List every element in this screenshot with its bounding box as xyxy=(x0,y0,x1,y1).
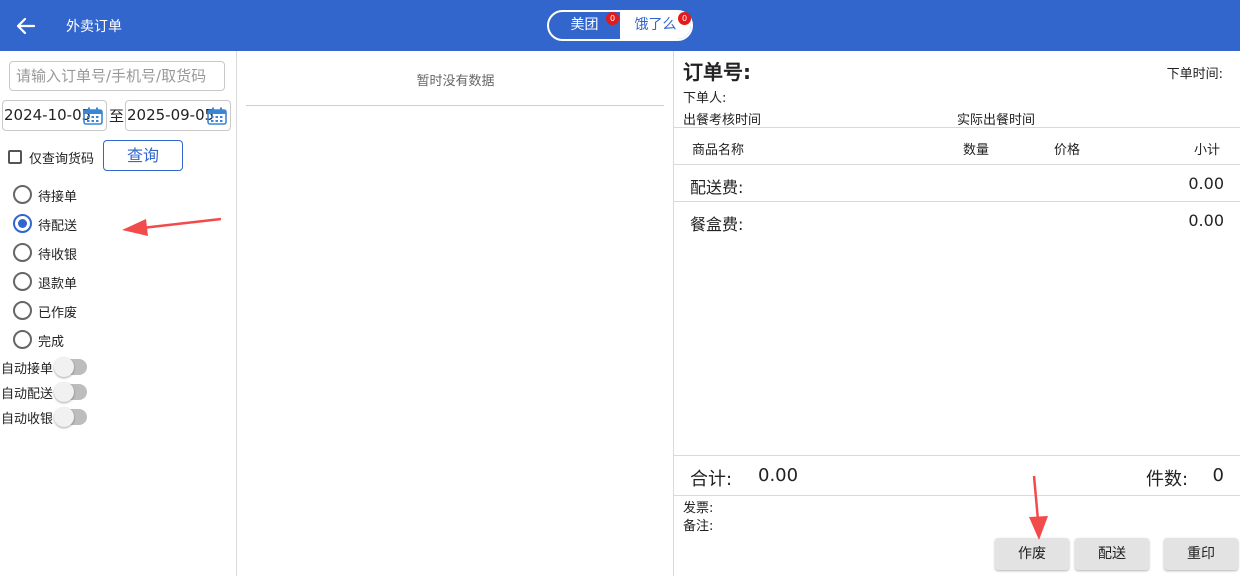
radio-circle[interactable] xyxy=(13,185,32,204)
tab-eleme-label: 饿了么 xyxy=(634,17,677,33)
radio-circle[interactable] xyxy=(13,272,32,291)
search-input[interactable]: 请输入订单号/手机号/取货码 xyxy=(9,61,225,91)
order-time-label: 下单时间: xyxy=(1166,67,1223,82)
deliver-button[interactable]: 配送 xyxy=(1075,538,1149,570)
start-date-field[interactable]: 2024-10-05 xyxy=(2,100,107,131)
pickup-code-only-checkbox[interactable] xyxy=(8,150,22,164)
status-label: 退款单 xyxy=(38,277,78,292)
status-label: 完成 xyxy=(38,335,65,350)
divider xyxy=(674,201,1240,202)
divider xyxy=(674,164,1240,165)
filter-panel: 请输入订单号/手机号/取货码 2024-10-05 至 2025-09-05 仅… xyxy=(0,51,237,576)
auto-checkout-label: 自动收银 xyxy=(1,412,54,427)
radio-circle-selected[interactable] xyxy=(13,214,32,233)
order-list-panel: 暂时没有数据 xyxy=(237,51,674,576)
actual-time-label: 实际出餐时间 xyxy=(957,113,1036,128)
check-time-label: 出餐考核时间 xyxy=(683,113,762,128)
divider xyxy=(674,127,1240,128)
empty-state-text: 暂时没有数据 xyxy=(416,74,495,89)
eleme-count-badge: 0 xyxy=(678,12,691,25)
meituan-count-badge: 0 xyxy=(606,12,619,25)
auto-checkout-toggle[interactable] xyxy=(54,407,87,427)
delivery-fee-value: 0.00 xyxy=(1188,174,1224,193)
remark-label: 备注: xyxy=(683,519,714,534)
calendar-icon[interactable] xyxy=(83,107,103,125)
top-bar: 外卖订单 美团 0 饿了么 0 xyxy=(0,0,1240,51)
total-label: 合计: xyxy=(690,469,733,490)
item-count-label: 件数: xyxy=(1146,469,1189,490)
back-arrow-icon[interactable] xyxy=(12,12,40,40)
end-date-field[interactable]: 2025-09-05 xyxy=(125,100,231,131)
radio-circle[interactable] xyxy=(13,243,32,262)
auto-accept-toggle[interactable] xyxy=(54,357,87,377)
delivery-fee-label: 配送费: xyxy=(690,178,744,197)
calendar-icon[interactable] xyxy=(207,107,227,125)
invoice-label: 发票: xyxy=(683,501,714,516)
end-date-value: 2025-09-05 xyxy=(127,106,215,124)
status-label: 已作废 xyxy=(38,306,78,321)
auto-delivery-toggle[interactable] xyxy=(54,382,87,402)
reprint-button[interactable]: 重印 xyxy=(1164,538,1238,570)
customer-label: 下单人: xyxy=(683,91,727,106)
box-fee-label: 餐盒费: xyxy=(690,215,744,234)
date-range-separator: 至 xyxy=(109,107,125,125)
void-button[interactable]: 作废 xyxy=(995,538,1069,570)
page-title: 外卖订单 xyxy=(66,19,122,35)
column-header-price: 价格 xyxy=(1054,143,1081,158)
divider xyxy=(674,495,1240,496)
pickup-code-only-label: 仅查询货码 xyxy=(29,152,95,167)
box-fee-value: 0.00 xyxy=(1188,211,1224,230)
status-label: 待收银 xyxy=(38,248,78,263)
tab-meituan-label: 美团 xyxy=(570,17,599,33)
platform-switch: 美团 0 饿了么 0 xyxy=(547,10,693,41)
start-date-value: 2024-10-05 xyxy=(4,106,92,124)
item-count-value: 0 xyxy=(1212,465,1224,486)
total-value: 0.00 xyxy=(758,465,799,486)
radio-circle[interactable] xyxy=(13,330,32,349)
column-header-item-name: 商品名称 xyxy=(692,143,745,158)
radio-circle[interactable] xyxy=(13,301,32,320)
order-number-label: 订单号: xyxy=(683,60,751,84)
divider xyxy=(246,105,664,106)
order-detail-panel: 订单号: 下单时间: 下单人: 出餐考核时间 实际出餐时间 商品名称 数量 价格… xyxy=(674,51,1240,576)
query-button[interactable]: 查询 xyxy=(103,140,183,171)
status-label: 待配送 xyxy=(38,219,78,234)
auto-accept-label: 自动接单 xyxy=(1,362,54,377)
column-header-quantity: 数量 xyxy=(963,143,990,158)
auto-delivery-label: 自动配送 xyxy=(1,387,54,402)
divider xyxy=(674,455,1240,456)
status-label: 待接单 xyxy=(38,190,78,205)
column-header-subtotal: 小计 xyxy=(1193,143,1220,158)
